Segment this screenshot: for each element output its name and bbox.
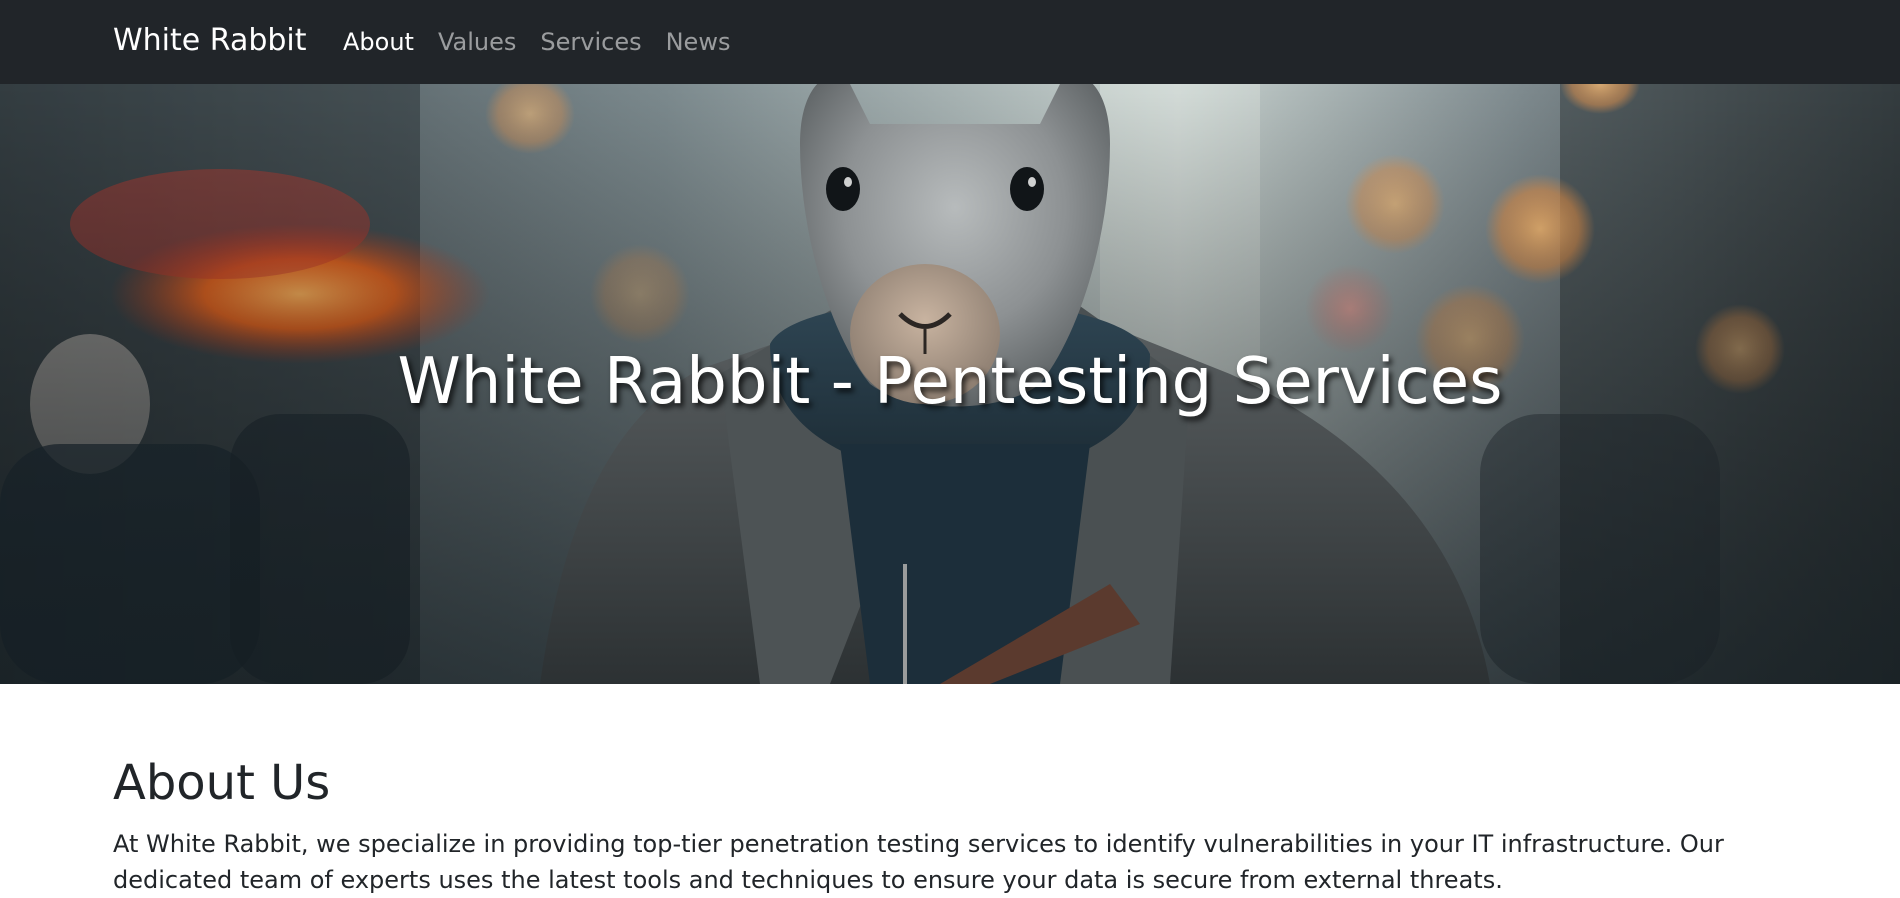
nav-link-about[interactable]: About	[343, 24, 414, 60]
hero-title: White Rabbit - Pentesting Services	[397, 345, 1503, 419]
navbar: White Rabbit About Values Services News	[0, 0, 1900, 84]
nav-link-services[interactable]: Services	[540, 24, 641, 60]
about-heading: About Us	[113, 755, 331, 811]
about-paragraph: At White Rabbit, we specialize in provid…	[113, 830, 1724, 894]
nav-link-news[interactable]: News	[666, 24, 731, 60]
nav-link-values[interactable]: Values	[438, 24, 516, 60]
hero-banner: White Rabbit - Pentesting Services	[0, 84, 1900, 684]
brand-logo-link[interactable]: White Rabbit	[113, 20, 307, 62]
nav-links: About Values Services News	[343, 24, 730, 60]
